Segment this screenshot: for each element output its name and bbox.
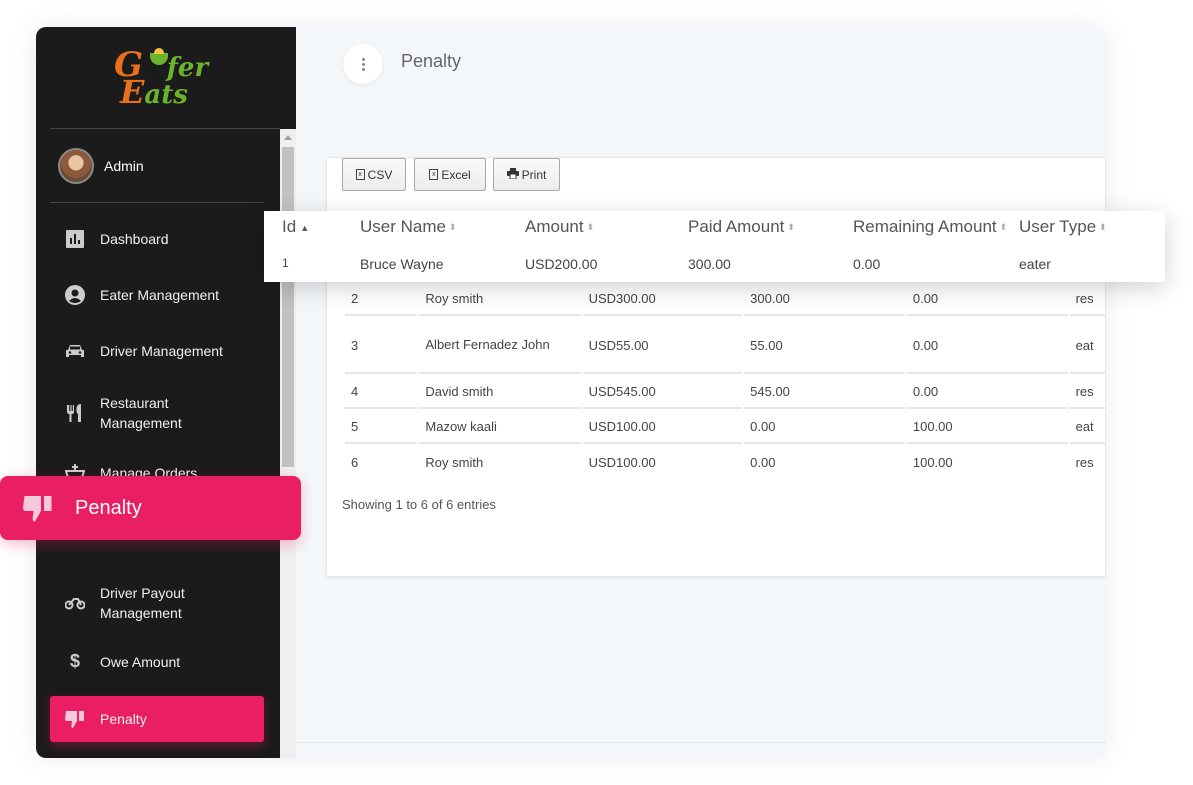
sidebar-item-restaurant-management[interactable]: Restaurant Management (50, 393, 264, 433)
sort-icon: ⬍ (1099, 222, 1107, 233)
sidebar-item-owe-amount[interactable]: $ Owe Amount (50, 651, 264, 672)
cell-id: 1 (282, 256, 289, 270)
cell-user-name: Bruce Wayne (360, 256, 444, 272)
sidebar-item-eater-management[interactable]: Eater Management (50, 285, 264, 305)
column-header-id[interactable]: Id ▲ (282, 217, 309, 237)
footer-divider (296, 742, 1106, 743)
avatar (58, 148, 94, 184)
column-header-user-name[interactable]: User Name ⬍ (360, 217, 457, 237)
sort-icon: ⬍ (787, 222, 795, 233)
menu-toggle-button[interactable] (343, 44, 383, 84)
penalty-menu-callout[interactable]: Penalty (0, 476, 301, 540)
table-row[interactable]: 4 David smith USD545.00 545.00 0.00 res (345, 376, 1106, 409)
print-icon (506, 167, 519, 182)
scroll-up-icon[interactable] (284, 135, 292, 140)
page-title: Penalty (401, 51, 462, 71)
sidebar: G fer Eats Admin Dashboard Eater Managem… (36, 27, 296, 758)
sort-icon: ⬍ (448, 222, 457, 233)
gofer-eats-logo[interactable]: G fer Eats (114, 43, 224, 115)
column-header-user-type[interactable]: User Type ⬍ (1019, 217, 1107, 237)
sort-asc-icon: ▲ (300, 222, 310, 233)
thumbs-down-icon (50, 709, 100, 729)
column-header-amount[interactable]: Amount ⬍ (525, 217, 594, 237)
restaurant-icon (50, 403, 100, 423)
sidebar-item-dashboard[interactable]: Dashboard (50, 229, 264, 249)
cell-paid-amount: 300.00 (688, 256, 731, 272)
sidebar-item-driver-management[interactable]: Driver Management (50, 341, 264, 361)
penalty-table: 2 Roy smith USD300.00 300.00 0.00 res 3 … (343, 280, 1106, 481)
thumbs-down-icon (0, 493, 75, 523)
dollar-icon: $ (69, 651, 80, 671)
table-header-callout: Id ▲ User Name ⬍ Amount ⬍ Paid Amount ⬍ Rema… (264, 211, 1165, 282)
csv-export-button[interactable]: x CSV (342, 158, 406, 191)
divider (50, 202, 264, 203)
user-name: Admin (104, 158, 144, 174)
bar-chart-icon (50, 230, 100, 248)
cell-amount: USD200.00 (525, 256, 598, 272)
column-header-paid-amount[interactable]: Paid Amount ⬍ (688, 217, 795, 237)
print-button[interactable]: Print (493, 158, 560, 191)
cell-user-type: eater (1019, 256, 1051, 272)
sidebar-item-penalty[interactable]: Penalty (50, 696, 264, 742)
table-row[interactable]: 2 Roy smith USD300.00 300.00 0.00 res (345, 282, 1106, 316)
table-row[interactable]: 5 Mazow kaali USD100.00 0.00 100.00 eat (345, 411, 1106, 444)
user-circle-icon (50, 285, 100, 305)
motorcycle-icon (50, 596, 100, 610)
file-excel-icon: x (355, 169, 365, 180)
column-header-remaining-amount[interactable]: Remaining Amount ⬍ (853, 217, 1007, 237)
app-window: G fer Eats Admin Dashboard Eater Managem… (36, 27, 1106, 758)
sort-icon: ⬍ (999, 222, 1008, 233)
table-row[interactable]: 6 Roy smith USD100.00 0.00 100.00 res (345, 446, 1106, 479)
divider (50, 128, 280, 129)
car-icon (50, 343, 100, 359)
kebab-icon (361, 57, 365, 71)
table-row[interactable]: 3 Albert Fernadez John USD55.00 55.00 0.… (345, 318, 1106, 374)
sort-icon: ⬍ (586, 222, 595, 233)
file-excel-icon: x (429, 169, 439, 180)
excel-export-button[interactable]: x Excel (414, 158, 486, 191)
sidebar-item-driver-payout-management[interactable]: Driver Payout Management (50, 583, 264, 623)
user-profile[interactable]: Admin (58, 148, 144, 184)
scrollbar-thumb[interactable] (282, 147, 294, 467)
cell-remaining-amount: 0.00 (853, 256, 881, 272)
table-info: Showing 1 to 6 of 6 entries (342, 497, 496, 512)
